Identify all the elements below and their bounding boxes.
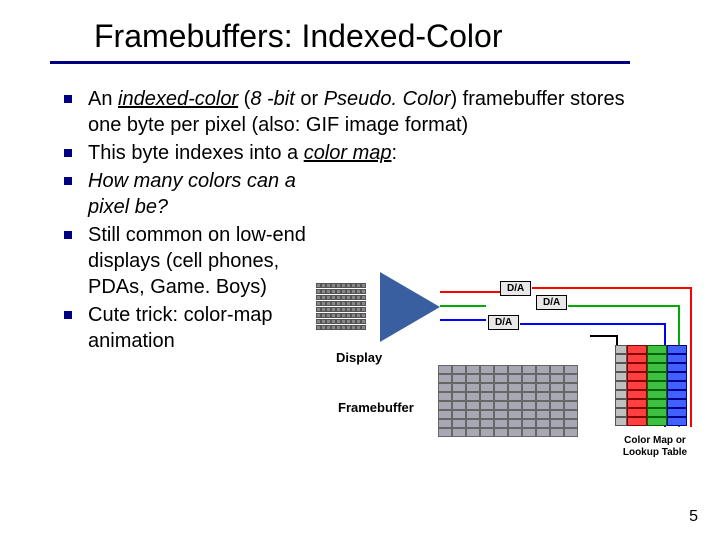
memory-grid-icon bbox=[316, 283, 366, 330]
blue-route-line bbox=[520, 323, 666, 325]
bullet-item: An indexed-color (8 -bit or Pseudo. Colo… bbox=[64, 86, 660, 138]
da-converter-box: D/A bbox=[488, 315, 519, 330]
colormap-label: Color Map or Lookup Table bbox=[610, 435, 700, 459]
square-bullet-icon bbox=[64, 231, 72, 239]
bullet-item: How many colors can a pixel be? bbox=[64, 168, 660, 220]
red-route-line bbox=[690, 287, 692, 427]
blue-signal-line bbox=[440, 319, 486, 321]
lookup-arrow-icon bbox=[590, 335, 618, 385]
da-converter-box: D/A bbox=[536, 295, 567, 310]
bullet-text: An indexed-color (8 -bit or Pseudo. Colo… bbox=[88, 86, 660, 138]
bullet-text: Cute trick: color-map animation bbox=[88, 302, 308, 354]
square-bullet-icon bbox=[64, 177, 72, 185]
colormap-table-icon bbox=[615, 345, 687, 426]
red-signal-line bbox=[440, 291, 500, 293]
square-bullet-icon bbox=[64, 95, 72, 103]
framebuffer-grid-icon bbox=[438, 365, 578, 437]
bullet-text: Still common on low-end displays (cell p… bbox=[88, 222, 308, 300]
bullet-item: This byte indexes into a color map: bbox=[64, 140, 660, 166]
green-signal-line bbox=[440, 305, 486, 307]
bullet-text: This byte indexes into a color map: bbox=[88, 140, 397, 166]
da-converter-box: D/A bbox=[500, 281, 531, 296]
display-label: Display bbox=[336, 350, 382, 365]
slide-title: Framebuffers: Indexed-Color bbox=[94, 18, 720, 55]
indexed-color-diagram: D/A D/A D/A Display Framebuffer Color Ma… bbox=[300, 235, 710, 485]
framebuffer-label: Framebuffer bbox=[338, 400, 414, 415]
funnel-icon bbox=[380, 272, 440, 342]
square-bullet-icon bbox=[64, 149, 72, 157]
red-route-line bbox=[532, 287, 692, 289]
bullet-text: How many colors can a pixel be? bbox=[88, 168, 308, 220]
green-route-line bbox=[568, 305, 680, 307]
square-bullet-icon bbox=[64, 311, 72, 319]
page-number: 5 bbox=[689, 508, 698, 526]
